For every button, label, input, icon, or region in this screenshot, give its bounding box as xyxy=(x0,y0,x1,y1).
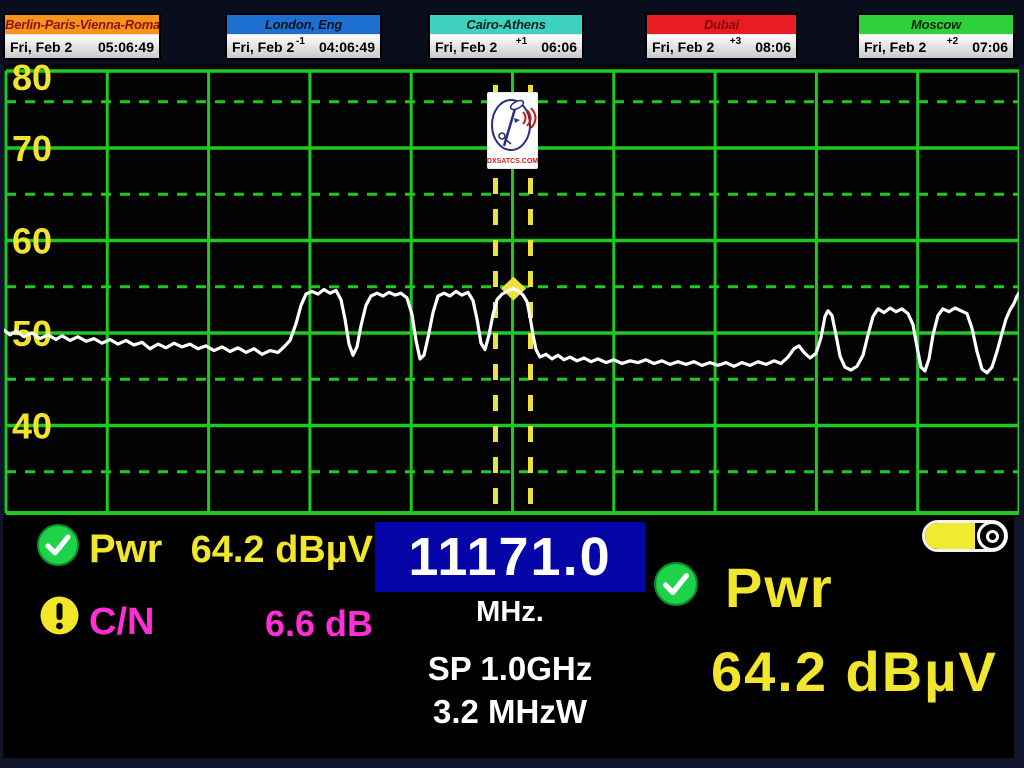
clock-utc-offset: +1 xyxy=(516,35,527,47)
toggle-switch[interactable] xyxy=(922,520,1008,552)
clock-date: Fri, Feb 2 xyxy=(10,39,72,55)
clock-time: 06:06 xyxy=(541,39,577,55)
clock-time: 04:06:49 xyxy=(319,39,375,55)
toggle-knob-inner xyxy=(986,530,999,543)
toggle-fill xyxy=(925,523,975,549)
world-clock-moscow: Moscow Fri, Feb 2 +2 07:06 xyxy=(857,13,1015,60)
clock-time: 07:06 xyxy=(972,39,1008,55)
clock-date: Fri, Feb 2 xyxy=(864,39,926,55)
pwr-status-ok-icon xyxy=(36,523,80,567)
y-tick-label: 80 xyxy=(12,64,52,98)
big-pwr-label: Pwr xyxy=(725,555,834,620)
clock-utc-offset: +2 xyxy=(947,35,958,47)
big-pwr-value: 64.2 dBµV xyxy=(711,639,998,704)
y-tick-label: 40 xyxy=(12,406,52,447)
world-clock-bar: Berlin-Paris-Vienna-Roma Fri, Feb 2 05:0… xyxy=(0,0,1024,64)
clock-time: 05:06:49 xyxy=(98,39,154,55)
clock-utc-offset: +3 xyxy=(730,35,741,47)
world-clock-cairo: Cairo-Athens Fri, Feb 2 +1 06:06 xyxy=(428,13,584,60)
readout-panel: Pwr 64.2 dBµV C/N 6.6 dB 11171.0 MHz. SP… xyxy=(3,517,1014,758)
clock-city-label: Cairo-Athens xyxy=(430,15,582,34)
sat-meter-screen: Berlin-Paris-Vienna-Roma Fri, Feb 2 05:0… xyxy=(0,0,1024,768)
world-clock-london: London, Eng Fri, Feb 2 -1 04:06:49 xyxy=(225,13,382,60)
bandwidth-readout: 3.2 MHzW xyxy=(370,693,650,731)
clock-time: 08:06 xyxy=(755,39,791,55)
frequency-unit: MHz. xyxy=(375,596,645,629)
clock-date: Fri, Feb 2 xyxy=(652,39,714,55)
clock-city-label: London, Eng xyxy=(227,15,380,34)
logo-text: DXSATCS.COM xyxy=(487,158,538,165)
clock-date: Fri, Feb 2 xyxy=(435,39,497,55)
frequency-display[interactable]: 11171.0 xyxy=(375,522,645,592)
y-tick-label: 60 xyxy=(12,221,52,262)
clock-city-label: Moscow xyxy=(859,15,1013,34)
toggle-knob[interactable] xyxy=(977,521,1007,551)
world-clock-dubai: Dubai Fri, Feb 2 +3 08:06 xyxy=(645,13,798,60)
pwr-label: Pwr xyxy=(89,527,162,572)
cn-label: C/N xyxy=(89,601,154,644)
world-clock-berlin: Berlin-Paris-Vienna-Roma Fri, Feb 2 05:0… xyxy=(3,13,161,60)
cn-warning-icon xyxy=(39,595,80,636)
y-tick-label: 70 xyxy=(12,128,52,169)
pwr-value: 64.2 dBµV xyxy=(178,529,373,572)
clock-utc-offset: -1 xyxy=(296,35,305,47)
span-readout: SP 1.0GHz xyxy=(370,650,650,688)
clock-city-label: Dubai xyxy=(647,15,796,34)
clock-date: Fri, Feb 2 xyxy=(232,39,294,55)
cn-value: 6.6 dB xyxy=(178,603,373,645)
big-pwr-status-ok-icon xyxy=(653,561,699,607)
dxsatcs-logo: DXSATCS.COM xyxy=(487,92,538,169)
clock-city-label: Berlin-Paris-Vienna-Roma xyxy=(5,15,159,34)
